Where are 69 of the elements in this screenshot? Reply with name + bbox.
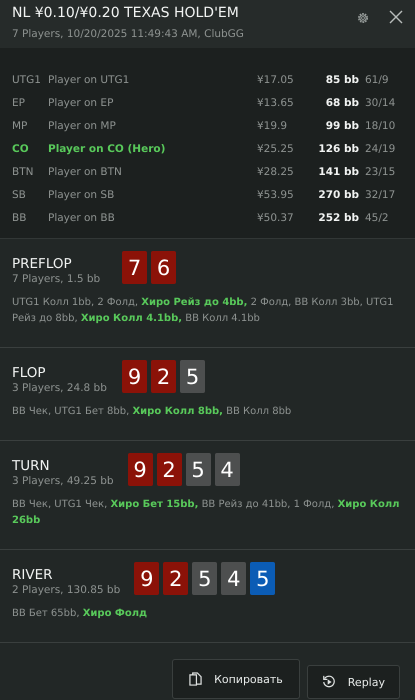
player-position: BB [12, 212, 28, 224]
player-stack: ¥53.95 [257, 188, 295, 200]
street-info: 7 Players, 1.5 bb [12, 273, 102, 285]
player-bb: 126 bb [317, 142, 359, 154]
player-stack: ¥28.25 [257, 166, 295, 178]
hand-title: NL ¥0.10/¥0.20 TEXAS HOLD'EM [12, 4, 240, 23]
street-actions: BB Чек, UTG1 Бет 8bb, Хиро Колл 8bb, BB Колл 8bb [12, 405, 292, 419]
player-stats: 61/9 [365, 74, 390, 86]
card: 9 [134, 562, 160, 595]
player-name: Player on CO (Hero) [48, 142, 166, 154]
player-position: SB [12, 188, 27, 200]
card: 2 [156, 453, 182, 486]
card: 5 [192, 562, 218, 595]
player-stats: 23/15 [365, 166, 396, 178]
player-bb: 99 bb [324, 120, 359, 132]
card: 5 [250, 562, 276, 595]
player-name: Player on BB [48, 212, 116, 224]
player-stack: ¥17.05 [257, 74, 295, 86]
card: 4 [221, 562, 246, 595]
player-stats: 30/14 [365, 96, 396, 108]
street-info: 3 Players, 49.25 bb [12, 475, 114, 487]
street-actions: BB Чек, UTG1 Чек, Хиро Бет 15bb, BB Рейз до 41bb, 1 Фолд, Хиро Колл 26bb [12, 498, 400, 528]
player-bb: 141 bb [317, 166, 359, 178]
player-stats: 32/17 [365, 188, 396, 200]
player-name: Player on EP [48, 96, 114, 108]
card: 2 [151, 360, 176, 393]
street-info: 2 Players, 130.85 bb [12, 584, 120, 596]
player-position: BTN [12, 166, 34, 178]
player-name: Player on BTN [48, 166, 123, 178]
street-info: 3 Players, 24.8 bb [12, 382, 108, 394]
card: 2 [163, 562, 188, 595]
settings-icon[interactable] [356, 11, 370, 25]
player-stack: ¥25.25 [257, 142, 295, 154]
card: 5 [186, 453, 211, 486]
card: 9 [128, 453, 153, 486]
card: 7 [122, 251, 147, 284]
replay-icon [322, 675, 336, 689]
street-actions: BB Бет 65bb, Хиро Фолд [12, 607, 148, 621]
card: 4 [214, 453, 240, 486]
player-stats: 24/19 [365, 142, 396, 154]
player-name: Player on SB [48, 188, 116, 200]
player-bb: 85 bb [324, 74, 359, 86]
player-bb: 68 bb [324, 96, 359, 108]
player-stats: 18/10 [365, 120, 396, 132]
player-position: MP [12, 120, 28, 132]
player-stack: ¥13.65 [257, 96, 295, 108]
card: 6 [151, 251, 176, 284]
street-name: TURN [12, 457, 51, 475]
hand-subtitle: 7 Players, 10/20/2025 11:49:43 AM, ClubGG [12, 28, 245, 40]
card: 9 [122, 360, 147, 393]
player-position: EP [12, 96, 26, 108]
player-position: UTG1 [12, 74, 42, 86]
replay-button[interactable]: Replay [306, 665, 400, 699]
player-position: CO [12, 142, 30, 154]
street-name: FLOP [12, 364, 47, 382]
player-stats: 45/2 [365, 212, 390, 224]
player-name: Player on MP [48, 120, 117, 132]
close-icon[interactable] [389, 10, 403, 24]
player-stack: ¥50.37 [257, 212, 295, 224]
copy-button[interactable]: Копировать [172, 659, 300, 699]
card: 5 [180, 360, 205, 393]
street-name: PREFLOP [12, 255, 73, 273]
player-bb: 270 bb [317, 188, 359, 200]
copy-icon [189, 672, 202, 686]
player-bb: 252 bb [317, 212, 359, 224]
player-stack: ¥19.9 [257, 120, 288, 132]
street-name: RIVER [12, 566, 54, 584]
player-name: Player on UTG1 [48, 74, 130, 86]
street-actions: UTG1 Колл 1bb, 2 Фолд, Хиро Рейз до 4bb, 2 Фолд, BB Колл 3bb, UTG1 Рейз до 8bb, Хиро Колл 4.1bb, BB Колл 4.1bb [12, 296, 395, 326]
